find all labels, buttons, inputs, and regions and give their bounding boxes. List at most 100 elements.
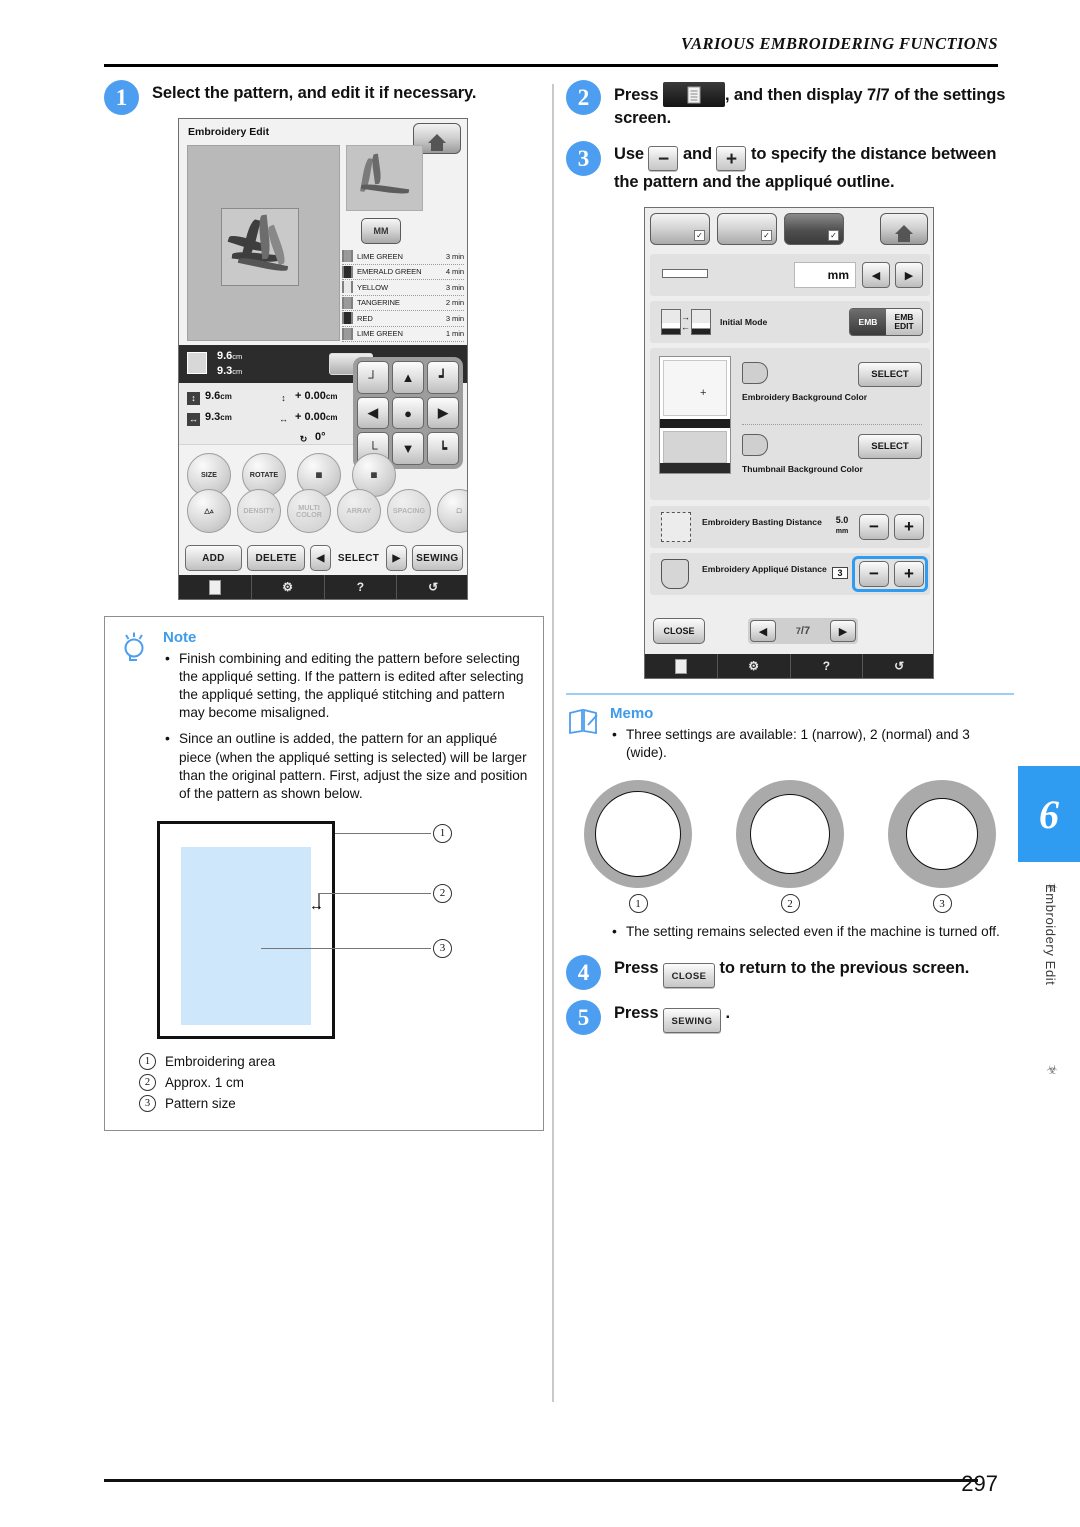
pager-prev-button[interactable]: ◀ [750,620,776,643]
circle-inner [750,794,830,875]
taskbar-machine-guide-button[interactable]: ⚙ [718,654,791,679]
applique-distance-icon [661,559,689,590]
checkmark-icon: ✓ [694,230,705,242]
initial-mode-emb-option[interactable]: EMB [850,309,886,336]
select-prev-button[interactable]: ◀ [310,545,331,572]
density-button[interactable]: DENSITY [237,489,281,534]
settings-tab-bar: ✓ ✓ ✓ [650,213,844,246]
thread-row[interactable]: EMERALD GREEN 4 min [342,265,464,281]
leader-line-1 [335,832,431,835]
settings-close-button[interactable]: CLOSE [653,618,705,645]
embroidery-background-select-button[interactable]: SELECT [858,362,922,388]
edit-tool-row-2: △▵ DENSITY MULTI COLOR ARRAY SPACING □ [187,489,467,534]
array-button[interactable]: ARRAY [337,489,381,534]
taskbar-settings-button[interactable] [179,575,252,600]
memo-box: Memo Three settings are available: 1 (na… [566,693,1014,941]
step-5: 5 Press SEWING . [566,1000,1014,1036]
edit-taskbar: ⚙ ? ↺ [179,575,467,600]
running-head-title: VARIOUS EMBROIDERING FUNCTIONS [680,34,998,53]
taskbar-machine-guide-button[interactable]: ⚙ [252,575,325,600]
move-center-button[interactable]: ● [392,396,424,430]
thread-name: RED [357,313,373,323]
pager-next-button[interactable]: ▶ [829,620,856,643]
thread-row[interactable]: TANGERINE 2 min [342,296,464,312]
spacing-button[interactable]: SPACING [387,489,431,534]
applique-button[interactable]: □ [437,489,467,534]
taskbar-maintenance-button[interactable]: ↺ [397,575,467,599]
legend-label: Pattern size [165,1095,236,1111]
unit-prev-button[interactable]: ◀ [862,262,890,289]
background-preview: + [659,356,731,475]
taskbar-help-button[interactable]: ? [791,654,864,679]
select-next-button[interactable]: ▶ [386,545,407,572]
step-1: 1 Select the pattern, and edit it if nec… [104,80,544,115]
settings-screen[interactable]: ✓ ✓ ✓ mm ◀ ▶ → ← Initial Mode EMB EMB EDI… [644,207,934,680]
settings-key-icon[interactable] [662,82,725,107]
minus-key-icon[interactable]: − [648,146,679,172]
value-size-w: 9.3 [205,411,221,424]
basting-distance-plus-button[interactable]: + [894,514,924,541]
left-column: 1 Select the pattern, and edit it if nec… [104,80,544,1131]
initial-mode-embedit-option[interactable]: EMB EDIT [886,309,922,335]
thumbnail-background-select-button[interactable]: SELECT [858,434,922,460]
spool-icon [342,327,353,340]
plus-key-icon[interactable]: + [716,146,747,172]
vertical-offset-icon: ↕ [281,393,286,404]
move-down-button[interactable]: ▼ [392,432,424,466]
tab-embroidery-settings[interactable]: ✓ [784,213,844,246]
delete-button[interactable]: DELETE [246,545,306,572]
diagram-legend: 1 Embroidering area 2 Approx. 1 cm 3 Pat… [139,1052,529,1112]
sewing-key-icon[interactable]: SEWING [662,1008,721,1034]
pattern-canvas[interactable] [187,145,340,342]
initial-mode-toggle[interactable]: EMB EMB EDIT [849,308,923,337]
settings-pager: ◀ 7/7 ▶ [748,618,858,645]
row-basting-distance: Embroidery Basting Distance 5.0 mm − + [650,506,930,549]
maintenance-icon: ↺ [428,580,439,595]
move-up-button[interactable]: ▲ [392,361,424,394]
move-bottom-right-button[interactable]: ┕ [427,432,459,466]
thread-row[interactable]: RED 3 min [342,311,464,327]
thread-row[interactable]: LIME GREEN 3 min [342,249,464,265]
taskbar-maintenance-button[interactable]: ↺ [863,654,933,678]
pattern-size-icon [187,352,207,375]
pager-total: 7 [803,625,811,638]
add-button[interactable]: ADD [185,545,242,572]
question-mark-icon: ? [822,659,831,674]
step-3-text-before: Use [614,145,644,164]
taskbar-settings-button[interactable] [645,654,718,679]
multi-color-button[interactable]: MULTI COLOR [287,489,331,534]
close-key-icon[interactable]: CLOSE [662,963,715,989]
sewing-button[interactable]: SEWING [411,545,463,572]
pattern-frame [221,208,299,287]
spool-icon [342,250,353,263]
circle-option-2: 2 [736,780,844,914]
home-icon [895,224,913,242]
applique-distance-minus-button[interactable]: − [859,561,889,588]
mirror-button[interactable]: △▵ [187,489,231,534]
basting-distance-minus-button[interactable]: − [859,514,889,541]
column-divider [552,84,554,1402]
thread-row[interactable]: LIME GREEN 1 min [342,327,464,343]
basting-distance-unit: mm [835,528,849,536]
move-top-left-button[interactable]: ┘ [357,361,389,394]
width-icon: ↔ [187,413,200,427]
maintenance-icon: ↺ [894,659,905,674]
embroidery-edit-screen[interactable]: Embroidery Edit MM LIME GREEN 3 min EMER… [178,118,468,601]
value-offset-h-unit: cm [325,413,338,423]
taskbar-help-button[interactable]: ? [325,575,398,600]
chapter-side-label: Embroidery Edit [1043,884,1058,986]
unit-next-button[interactable]: ▶ [895,262,923,289]
move-right-button[interactable]: ▶ [427,396,459,430]
thread-row[interactable]: YELLOW 3 min [342,280,464,296]
note-bullet: Finish combining and editing the pattern… [163,649,529,722]
move-top-right-button[interactable]: ┙ [427,361,459,394]
initial-mode-label: Initial Mode [720,317,768,328]
move-left-button[interactable]: ◀ [357,396,389,430]
settings-home-button[interactable] [880,213,928,246]
memo-bullet: The setting remains selected even if the… [610,922,1014,941]
tab-machine-settings[interactable]: ✓ [717,213,777,246]
applique-distance-plus-button[interactable]: + [894,561,924,588]
tab-manual-settings[interactable]: ✓ [650,213,710,246]
thread-color-sort-button[interactable]: MM [361,218,401,245]
initial-mode-icon [661,309,681,336]
